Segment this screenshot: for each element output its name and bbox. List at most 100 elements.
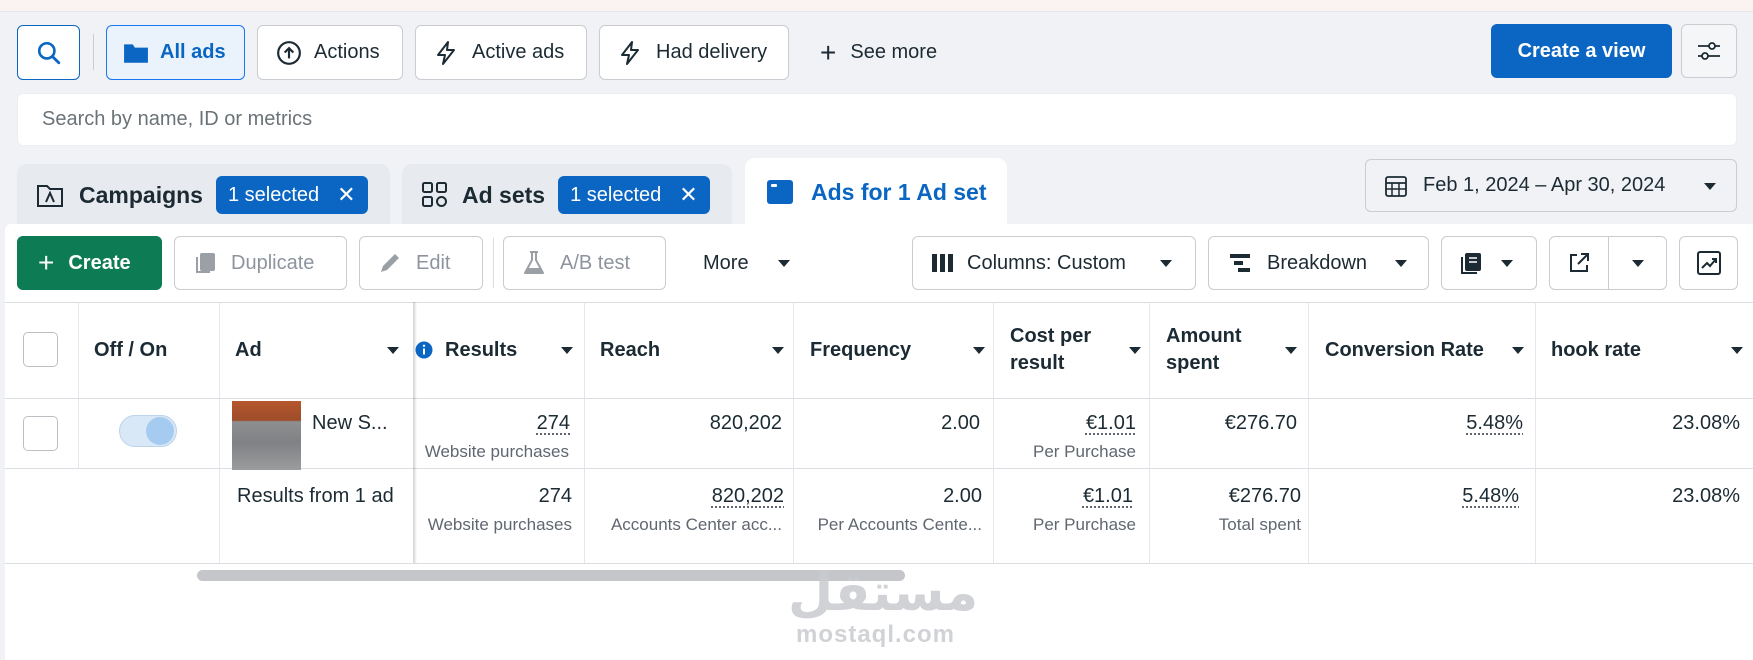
columns-icon xyxy=(932,254,953,272)
create-view-button[interactable]: Create a view xyxy=(1491,24,1672,78)
duplicate-icon xyxy=(196,253,215,273)
close-icon[interactable]: ✕ xyxy=(679,184,697,206)
chevron-down-icon xyxy=(772,347,784,354)
header-hook-rate[interactable]: hook rate xyxy=(1551,302,1746,398)
duplicate-button[interactable]: Duplicate xyxy=(174,236,347,290)
ab-test-button[interactable]: A/B test xyxy=(503,236,666,290)
lightning-icon xyxy=(437,40,455,65)
select-all-checkbox[interactable] xyxy=(23,332,58,367)
chevron-down-icon xyxy=(1501,260,1513,267)
chevron-down-icon xyxy=(778,260,790,267)
results-subtext: Website purchases xyxy=(424,442,569,461)
chevron-down-icon xyxy=(1631,260,1644,267)
summary-cost-per-result-subtext: Per Purchase xyxy=(1033,515,1136,534)
column-divider xyxy=(1149,302,1150,563)
info-icon xyxy=(415,341,433,359)
header-results[interactable]: Results xyxy=(415,302,577,398)
header-cost-per-result-label: Cost per result xyxy=(1010,325,1092,374)
search-toggle-button[interactable] xyxy=(17,25,80,80)
column-divider xyxy=(793,302,794,563)
chevron-down-icon xyxy=(1731,347,1743,354)
campaign-flag-icon xyxy=(37,185,63,207)
chevron-down-icon xyxy=(1129,347,1141,354)
chevron-down-icon xyxy=(973,347,985,354)
folder-icon xyxy=(124,43,148,63)
view-settings-button[interactable] xyxy=(1681,24,1737,78)
chevron-down-icon xyxy=(1160,260,1172,267)
header-toggle: Off / On xyxy=(94,338,168,361)
breakdown-button[interactable]: Breakdown xyxy=(1208,236,1429,290)
reach-value: 820,202 xyxy=(709,412,782,434)
tab-campaigns[interactable]: Campaigns 1 selected ✕ xyxy=(17,164,390,226)
date-range-picker[interactable]: Feb 1, 2024 – Apr 30, 2024 xyxy=(1365,159,1737,212)
watermark-arabic: مستقل xyxy=(788,564,979,622)
reports-icon xyxy=(1461,253,1481,274)
pencil-icon xyxy=(381,254,399,272)
create-button[interactable]: + Create xyxy=(17,236,162,290)
actions-filter[interactable]: Actions xyxy=(257,25,403,80)
ad-name-link[interactable]: New S... xyxy=(312,412,388,435)
header-cost-per-result[interactable]: Cost per result xyxy=(1010,302,1145,398)
ad-thumbnail xyxy=(232,401,301,470)
date-range-label: Feb 1, 2024 – Apr 30, 2024 xyxy=(1423,174,1666,196)
grid-icon xyxy=(422,182,447,207)
chevron-down-icon xyxy=(387,347,399,354)
all-ads-filter[interactable]: All ads xyxy=(106,25,245,80)
column-divider xyxy=(1308,302,1309,563)
see-more-filters-button[interactable]: + See more xyxy=(820,25,937,80)
row-checkbox[interactable] xyxy=(23,416,58,451)
summary-conversion-rate-value[interactable]: 5.48% xyxy=(1462,485,1519,508)
plus-icon: + xyxy=(820,36,837,68)
upload-circle-icon xyxy=(277,40,301,65)
chevron-down-icon xyxy=(1395,260,1407,267)
campaigns-selected-chip[interactable]: 1 selected ✕ xyxy=(215,176,368,214)
browser-top-strip xyxy=(0,0,1753,12)
watermark: مستقل mostaql.com xyxy=(788,564,979,649)
sliders-icon xyxy=(1698,42,1720,60)
column-divider xyxy=(993,302,994,563)
flask-icon xyxy=(524,251,544,274)
more-actions-button[interactable]: More xyxy=(685,236,805,290)
summary-amount-spent-value: €276.70 xyxy=(1228,485,1301,507)
reports-button[interactable] xyxy=(1441,236,1537,290)
columns-button[interactable]: Columns: Custom xyxy=(912,236,1196,290)
watermark-latin: mostaql.com xyxy=(795,621,956,648)
header-conversion-rate[interactable]: Conversion Rate xyxy=(1325,302,1530,398)
summary-amount-spent-subtext: Total spent xyxy=(1218,515,1301,534)
conversion-rate-value[interactable]: 5.48% xyxy=(1466,412,1523,435)
summary-cost-per-result-value[interactable]: €1.01 xyxy=(1083,485,1133,508)
summary-reach-value[interactable]: 820,202 xyxy=(712,485,784,508)
results-value[interactable]: 274 xyxy=(537,412,570,435)
toggle-knob xyxy=(146,417,174,445)
search-input[interactable] xyxy=(42,108,1736,131)
summary-results-value: 274 xyxy=(538,485,572,507)
tab-ad-sets[interactable]: Ad sets 1 selected ✕ xyxy=(402,164,732,226)
cost-per-result-value[interactable]: €1.01 xyxy=(1086,412,1136,435)
tab-ads[interactable]: Ads for 1 Ad set xyxy=(745,158,1007,226)
ad-on-off-toggle[interactable] xyxy=(119,415,177,447)
hook-rate-value: 23.08% xyxy=(1672,412,1740,434)
breakdown-icon xyxy=(1230,254,1250,272)
charts-button[interactable] xyxy=(1679,236,1738,290)
active-ads-filter[interactable]: Active ads xyxy=(415,25,587,80)
header-frequency[interactable]: Frequency xyxy=(810,302,985,398)
edit-button[interactable]: Edit xyxy=(359,236,483,290)
search-box xyxy=(17,93,1737,146)
summary-label: Results from 1 ad xyxy=(237,485,394,507)
plus-icon: + xyxy=(38,247,55,278)
toolbar-divider xyxy=(493,238,494,288)
summary-reach-subtext: Accounts Center acc... xyxy=(610,515,782,534)
export-dropdown-button[interactable] xyxy=(1609,237,1667,289)
export-button[interactable] xyxy=(1550,237,1609,289)
chevron-down-icon xyxy=(1704,183,1716,190)
had-delivery-filter[interactable]: Had delivery xyxy=(599,25,789,80)
close-icon[interactable]: ✕ xyxy=(337,184,355,206)
adsets-selected-chip[interactable]: 1 selected ✕ xyxy=(558,176,710,214)
header-reach[interactable]: Reach xyxy=(600,302,784,398)
header-amount-spent[interactable]: Amount spent xyxy=(1166,302,1306,398)
column-divider xyxy=(1535,302,1536,563)
summary-hook-rate-value: 23.08% xyxy=(1672,485,1740,507)
header-ad[interactable]: Ad xyxy=(235,302,405,398)
header-bottom-border xyxy=(5,398,1753,399)
filter-divider xyxy=(93,34,94,70)
